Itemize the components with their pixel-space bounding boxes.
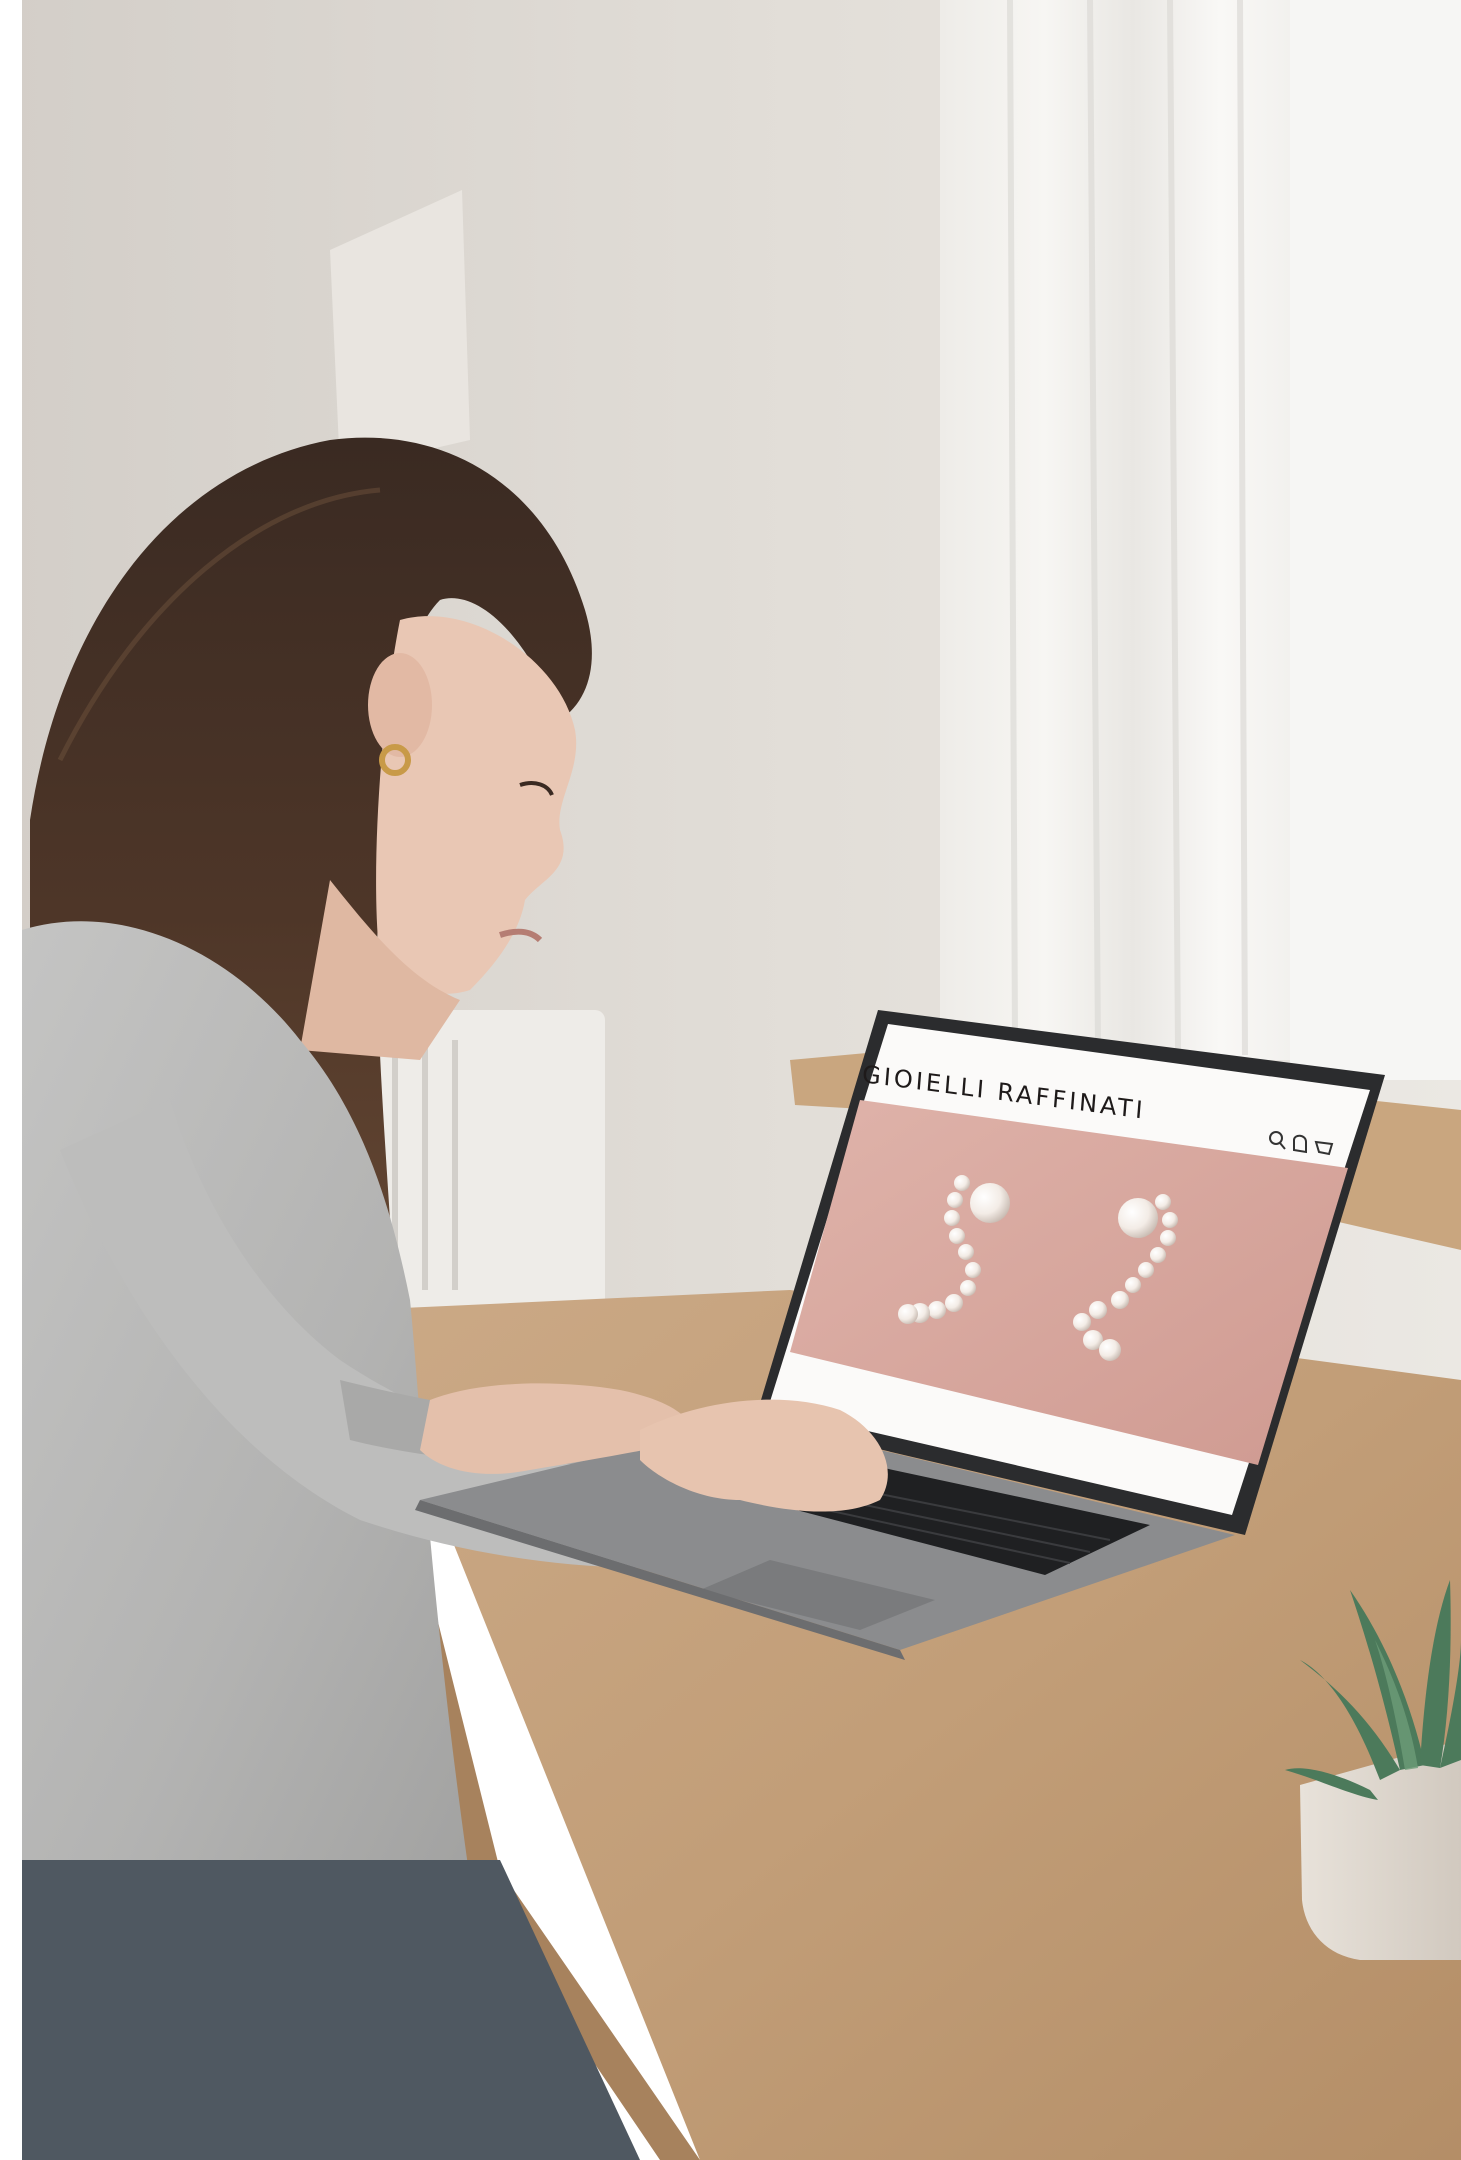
curtain — [940, 0, 1290, 1060]
window — [1290, 0, 1461, 1080]
left-border — [0, 0, 22, 2160]
photo-scene: GIOIELLI RAFFINATI — [0, 0, 1461, 2160]
jeans — [22, 1860, 640, 2160]
ear — [368, 653, 432, 757]
